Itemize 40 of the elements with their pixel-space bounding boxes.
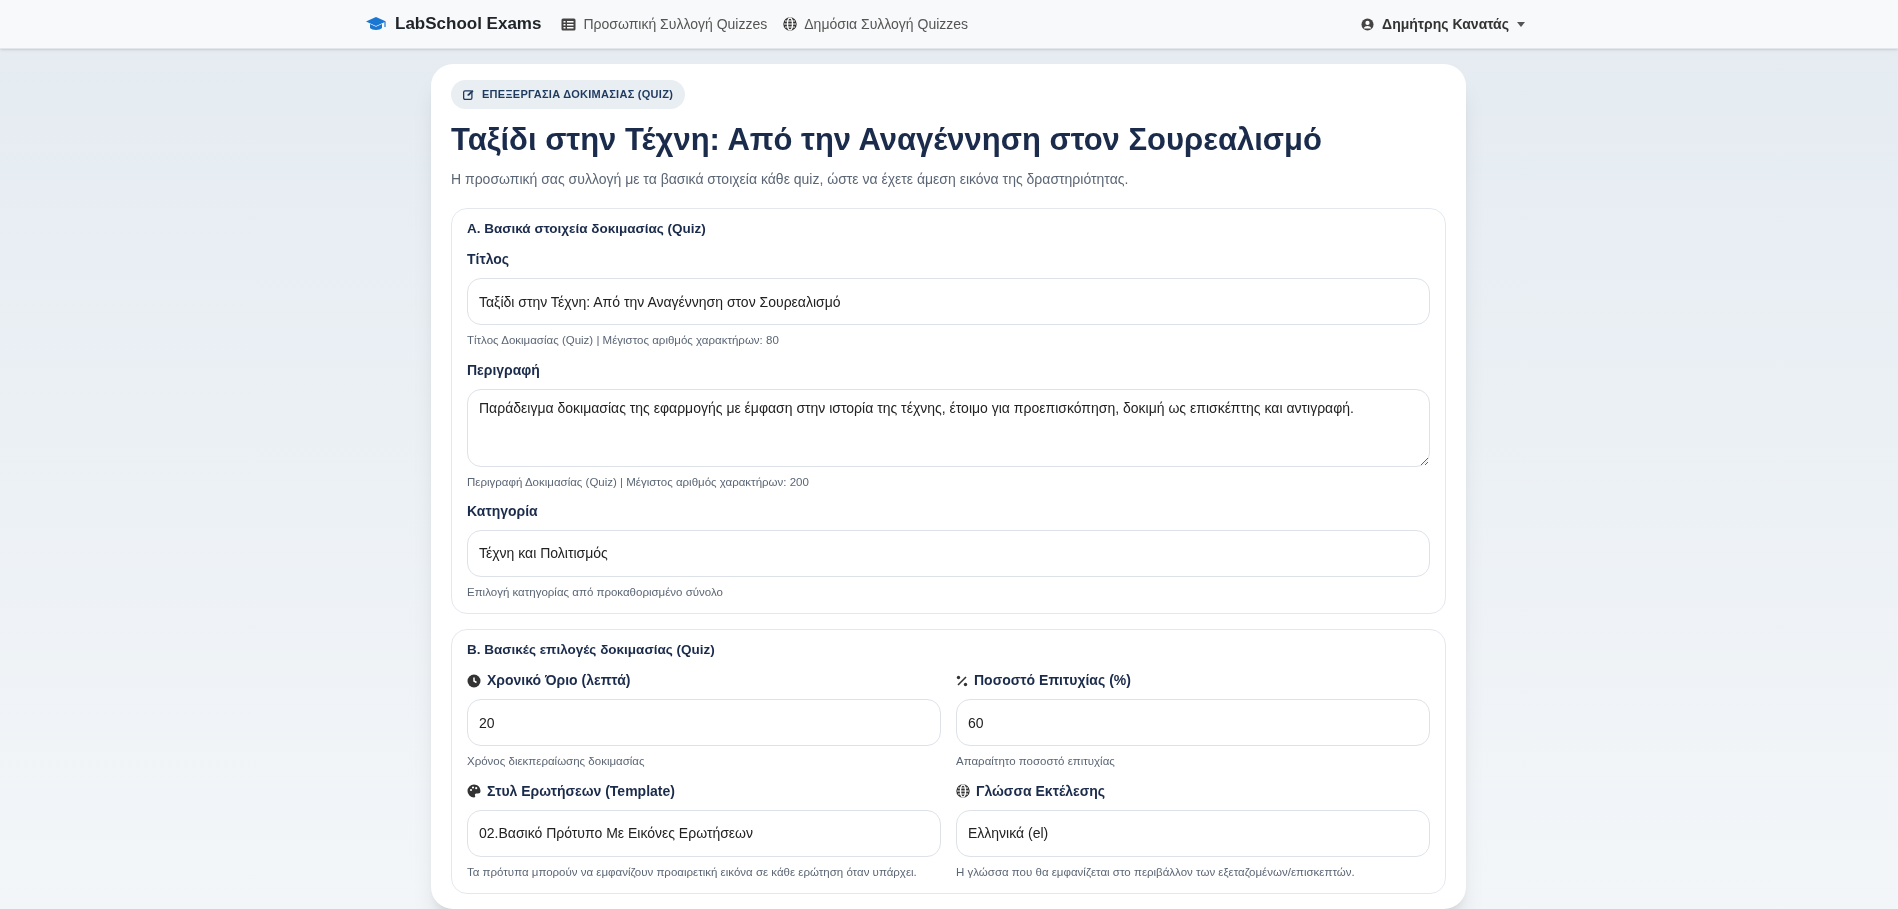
section-title: Β. Βασικές επιλογές δοκιμασίας (Quiz) <box>467 641 716 659</box>
input-field[interactable]: Τέχνη και Πολιτισμός <box>467 529 1430 577</box>
field-label: Στυλ Ερωτήσεων (Template) <box>487 781 675 801</box>
user-icon <box>1361 17 1375 31</box>
globe-icon <box>956 784 970 798</box>
help-text: Η γλώσσα που θα εμφανίζεται στο περιβάλλον των εξεταζομένων/επισκεπτών. <box>956 864 1356 880</box>
help-text: Τα πρότυπα μπορούν να εμφανίζουν προαιρετική εικόνα σε κάθε ερώτηση όταν υπάρχει. <box>467 864 918 880</box>
help-text: Επιλογή κατηγορίας από προκαθορισμένο σύνολο <box>467 584 724 600</box>
input-field[interactable]: Ελληνικά (el) <box>956 809 1430 857</box>
nav-link[interactable]: Προσωπική Συλλογή Quizzes <box>561 13 768 35</box>
section-title: Α. Βασικά στοιχεία δοκιμασίας (Quiz) <box>467 220 707 238</box>
field-label: Κατηγορία <box>467 501 538 521</box>
globe-icon <box>783 17 798 31</box>
percent-icon <box>956 674 968 687</box>
input-field[interactable]: 60 <box>956 699 1430 747</box>
help-text: Περιγραφή Δοκιμασίας (Quiz) | Μέγιστος αριθμός χαρακτήρων: 200 <box>467 474 810 490</box>
brand-link[interactable]: LabSchool Exams <box>365 11 542 37</box>
nav-link[interactable]: Δημόσια Συλλογή Quizzes <box>783 13 969 35</box>
help-text: Χρόνος διεκπεραίωσης δοκιμασίας <box>467 754 646 770</box>
field-label: Χρονικό Όριο (λεπτά) <box>487 671 631 691</box>
input-field[interactable]: 02.Βασικό Πρότυπο Με Εικόνες Ερωτήσεων <box>467 809 941 857</box>
page-subtitle: Η προσωπική σας συλλογή με τα βασικά στοιχεία κάθε quiz, ώστε να έχετε άμεση εικόνα της δραστηριότητας. <box>451 170 1130 189</box>
input-field[interactable]: 20 <box>467 699 941 747</box>
field-label: Γλώσσα Εκτέλεσης <box>976 781 1106 801</box>
caret-icon <box>1517 21 1525 27</box>
edit-icon <box>463 88 474 100</box>
page-badge: ΕΠΕΞΕΡΓΑΣΙΑ ΔΟΚΙΜΑΣΙΑΣ (QUIZ) <box>451 80 686 109</box>
graduation-cap-icon <box>365 16 387 32</box>
list-icon <box>561 17 577 31</box>
field-label: Περιγραφή <box>467 360 540 380</box>
help-text: Απαραίτητο ποσοστό επιτυχίας <box>956 754 1116 770</box>
user-menu[interactable]: Δημήτρης Κανατάς <box>1361 13 1525 35</box>
field-label: Τίτλος <box>467 250 510 270</box>
field-label: Ποσοστό Επιτυχίας (%) <box>974 671 1131 691</box>
input-field[interactable]: Ταξίδι στην Τέχνη: Από την Αναγέννηση στον Σουρεαλισμό <box>467 278 1430 326</box>
page-title: Ταξίδι στην Τέχνη: Από την Αναγέννηση στον Σουρεαλισμό <box>451 120 1323 159</box>
palette-icon <box>467 784 481 798</box>
textarea-field[interactable]: Παράδειγμα δοκιμασίας της εφαρμογής με έμφαση στην ιστορία της τέχνης, έτοιμο για προεπισκόπηση, δοκιμή ως επισκέπτης και αντιγραφή. <box>467 388 1430 467</box>
clock-icon <box>467 673 481 688</box>
help-text: Τίτλος Δοκιμασίας (Quiz) | Μέγιστος αριθμός χαρακτήρων: 80 <box>467 333 780 349</box>
